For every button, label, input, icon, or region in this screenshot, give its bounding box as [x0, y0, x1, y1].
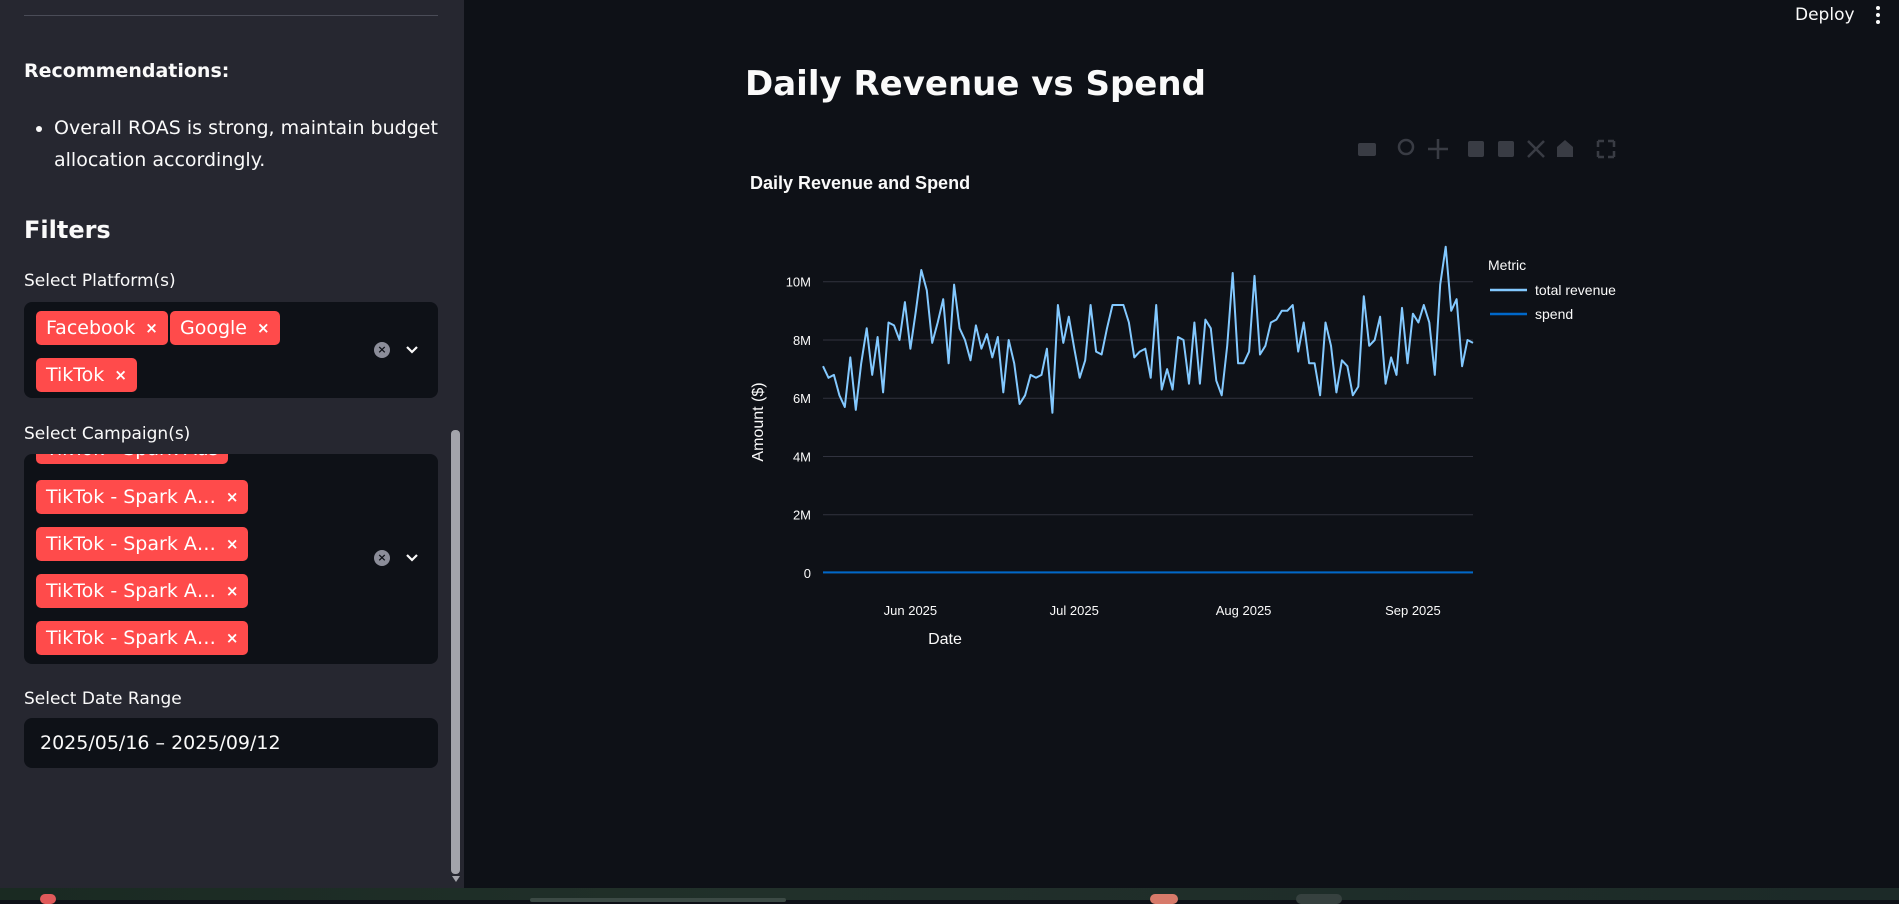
campaign-tag[interactable]: TikTok - Spark A… ×: [36, 527, 249, 561]
legend-item-label[interactable]: spend: [1535, 306, 1573, 322]
remove-tag-icon[interactable]: ×: [226, 621, 239, 655]
autoscale-icon[interactable]: [1527, 140, 1545, 158]
y-tick-label: 8M: [793, 333, 811, 348]
chevron-down-icon[interactable]: [405, 553, 419, 563]
revenue-spend-chart[interactable]: Daily Revenue and Spend 0 2M 4M 6M 8M 10M Jun…: [745, 130, 1645, 670]
deploy-button[interactable]: Deploy: [1795, 5, 1855, 25]
campaign-multiselect[interactable]: TikTok - Spark Ads TikTok - Spark A… × T…: [24, 454, 438, 664]
filters-heading: Filters: [24, 216, 111, 244]
campaign-tag[interactable]: TikTok - Spark A… ×: [36, 621, 249, 655]
recommendation-item: Overall ROAS is strong, maintain budget …: [54, 112, 454, 176]
camera-icon[interactable]: [1358, 143, 1376, 156]
remove-tag-icon[interactable]: ×: [114, 358, 127, 392]
clear-all-icon[interactable]: ×: [374, 550, 390, 566]
chart-title: Daily Revenue and Spend: [750, 173, 970, 193]
y-tick-label: 6M: [793, 391, 811, 406]
platform-tag-google[interactable]: Google ×: [170, 311, 280, 345]
zoom-out-icon[interactable]: [1498, 141, 1514, 157]
y-tick-label: 10M: [786, 275, 811, 290]
x-tick-label: Aug 2025: [1216, 603, 1272, 618]
taskbar-search-bar[interactable]: [530, 898, 786, 902]
remove-tag-icon[interactable]: ×: [145, 311, 158, 345]
date-range-label: Select Date Range: [24, 689, 182, 709]
chart-legend[interactable]: Metric total revenue spend: [1488, 257, 1616, 322]
x-axis-label: Date: [928, 631, 962, 648]
y-axis-ticks: 0 2M 4M 6M 8M 10M: [786, 275, 811, 581]
tag-label: TikTok - Spark A…: [46, 486, 216, 508]
recommendations-heading: Recommendations:: [24, 60, 230, 82]
taskbar-app-icon[interactable]: [1296, 894, 1342, 904]
legend-item-label[interactable]: total revenue: [1535, 282, 1616, 298]
fullscreen-icon[interactable]: [1596, 139, 1616, 159]
chart-modebar[interactable]: [1358, 138, 1616, 159]
remove-tag-icon[interactable]: ×: [257, 311, 270, 345]
x-tick-label: Jun 2025: [884, 603, 938, 618]
campaign-tag[interactable]: TikTok - Spark A… ×: [36, 574, 249, 608]
scroll-down-arrow-icon[interactable]: [452, 876, 460, 882]
x-axis-ticks: Jun 2025 Jul 2025 Aug 2025 Sep 2025: [884, 603, 1441, 618]
tag-label: TikTok - Spark A…: [46, 627, 216, 649]
pan-icon[interactable]: [1428, 139, 1448, 159]
tag-label: TikTok - Spark A…: [46, 533, 216, 555]
chevron-down-icon[interactable]: [405, 345, 419, 355]
campaign-tag-partial[interactable]: TikTok - Spark Ads: [36, 454, 229, 466]
zoom-in-icon[interactable]: [1468, 141, 1484, 157]
y-tick-label: 2M: [793, 508, 811, 523]
page-title: Daily Revenue vs Spend: [745, 64, 1206, 104]
os-taskbar: [0, 888, 1899, 900]
y-axis-label: Amount ($): [750, 382, 767, 461]
remove-tag-icon[interactable]: ×: [226, 527, 239, 561]
legend-title: Metric: [1488, 257, 1526, 273]
chart-grid: [823, 281, 1473, 574]
x-tick-label: Jul 2025: [1050, 603, 1099, 618]
remove-tag-icon[interactable]: ×: [226, 480, 239, 514]
taskbar-app-icon[interactable]: [1150, 894, 1178, 904]
tag-label: Facebook: [46, 317, 136, 339]
tag-label: TikTok - Spark A…: [46, 580, 216, 602]
tag-label: TikTok: [46, 364, 105, 386]
sidebar: Recommendations: Overall ROAS is strong,…: [0, 0, 464, 888]
x-tick-label: Sep 2025: [1385, 603, 1441, 618]
recommendations-list: Overall ROAS is strong, maintain budget …: [24, 112, 454, 176]
taskbar-app-icon[interactable]: [40, 894, 56, 904]
main-menu-icon[interactable]: [1875, 5, 1881, 25]
platform-select-label: Select Platform(s): [24, 271, 176, 291]
remove-tag-icon[interactable]: ×: [226, 574, 239, 608]
sidebar-scrollbar[interactable]: [451, 430, 460, 874]
platform-tag-tiktok[interactable]: TikTok ×: [36, 358, 137, 392]
campaign-tag[interactable]: TikTok - Spark A… ×: [36, 480, 249, 514]
tag-label: Google: [180, 317, 248, 339]
platform-tag-facebook[interactable]: Facebook ×: [36, 311, 168, 345]
reset-axes-icon[interactable]: [1557, 140, 1573, 157]
chart-series: [822, 245, 1474, 574]
series-line-total-revenue[interactable]: [822, 245, 1474, 414]
zoom-icon[interactable]: [1397, 138, 1415, 156]
divider: [24, 15, 438, 16]
platform-multiselect[interactable]: Facebook × Google × TikTok × ×: [24, 302, 438, 398]
y-tick-label: 0: [804, 566, 811, 581]
campaign-select-label: Select Campaign(s): [24, 424, 191, 444]
date-range-input[interactable]: 2025/05/16 – 2025/09/12: [24, 718, 438, 768]
tag-label: TikTok - Spark Ads: [46, 454, 218, 466]
y-tick-label: 4M: [793, 449, 811, 464]
clear-all-icon[interactable]: ×: [374, 342, 390, 358]
